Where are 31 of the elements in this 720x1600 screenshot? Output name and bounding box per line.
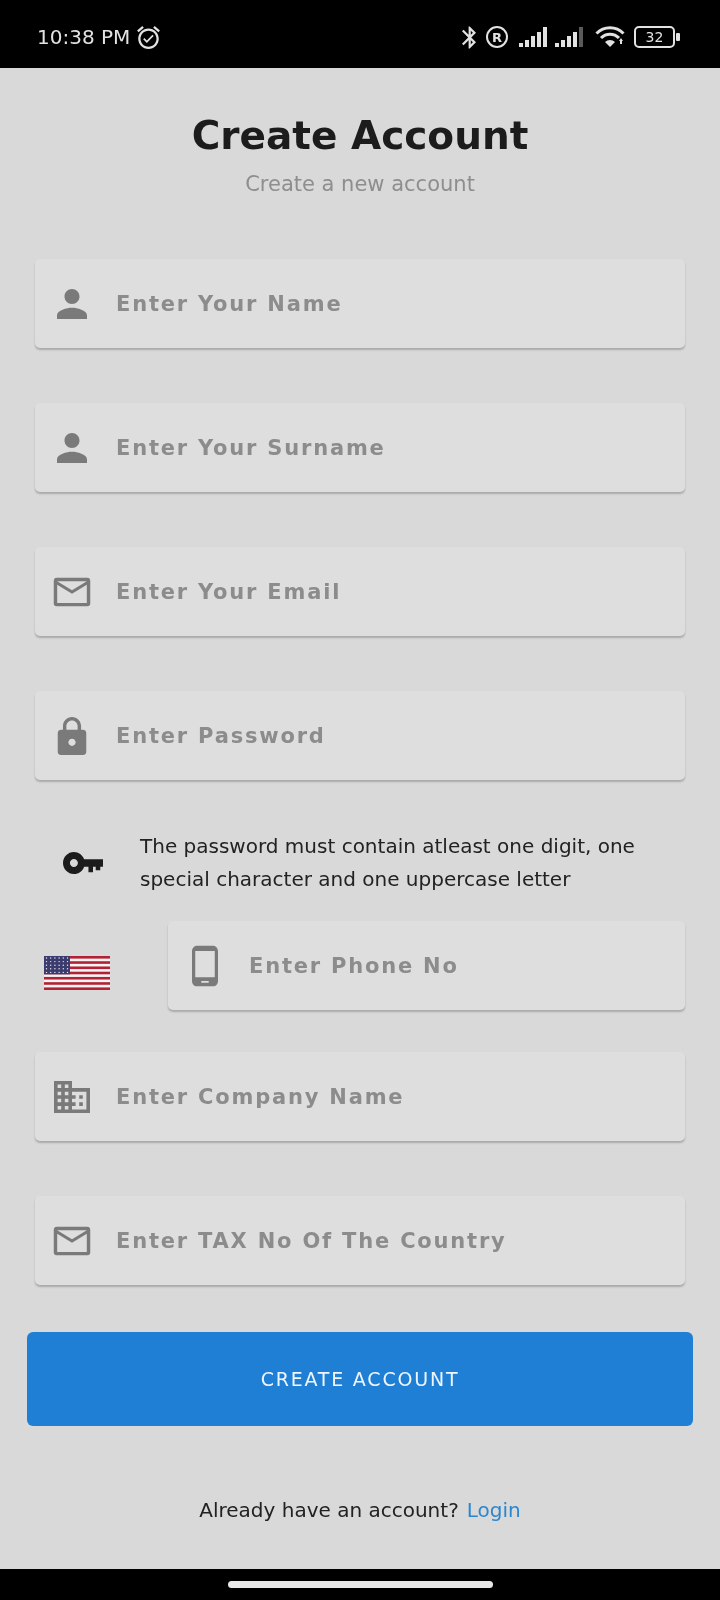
person-icon	[57, 432, 87, 463]
battery-icon	[634, 26, 680, 48]
password-hint: The password must contain atleast one digit, one special character and one uppercase letter	[140, 833, 636, 893]
signal-icon	[519, 27, 548, 47]
page-subtitle: Create a new account	[245, 171, 475, 197]
name-field[interactable]: Enter Your Name	[35, 259, 685, 348]
key-icon	[63, 852, 103, 874]
battery-percentage: 32	[645, 30, 664, 44]
building-icon	[54, 1080, 90, 1113]
tax-number-field[interactable]: Enter TAX No Of The Country	[35, 1196, 685, 1285]
person-icon	[57, 288, 87, 319]
password-field[interactable]: Enter Password	[35, 691, 685, 780]
email-field[interactable]: Enter Your Email	[35, 547, 685, 636]
create-account-button[interactable]: CREATE ACCOUNT	[27, 1332, 693, 1426]
flag-icon[interactable]	[44, 955, 110, 990]
clock-time: 10:38 PM	[37, 25, 131, 49]
lock-icon	[57, 716, 87, 755]
roaming-indicator: R	[486, 26, 508, 48]
wifi-icon	[595, 26, 625, 48]
mail-icon	[53, 1226, 91, 1255]
bluetooth-icon	[462, 25, 476, 49]
smartphone-icon	[192, 945, 218, 986]
page-title: Create Account	[191, 113, 529, 159]
login-prompt-text: Already have an account?	[199, 1497, 459, 1523]
name-field[interactable]: Enter Your Surname	[35, 403, 685, 492]
signal-icon	[555, 27, 584, 47]
company-name-field[interactable]: Enter Company Name	[35, 1052, 685, 1141]
alarm-clock-icon	[137, 25, 161, 49]
phone-number-field[interactable]: Enter Phone No	[168, 921, 685, 1010]
mail-icon	[53, 577, 91, 606]
login-link[interactable]: Login	[466, 1497, 521, 1523]
